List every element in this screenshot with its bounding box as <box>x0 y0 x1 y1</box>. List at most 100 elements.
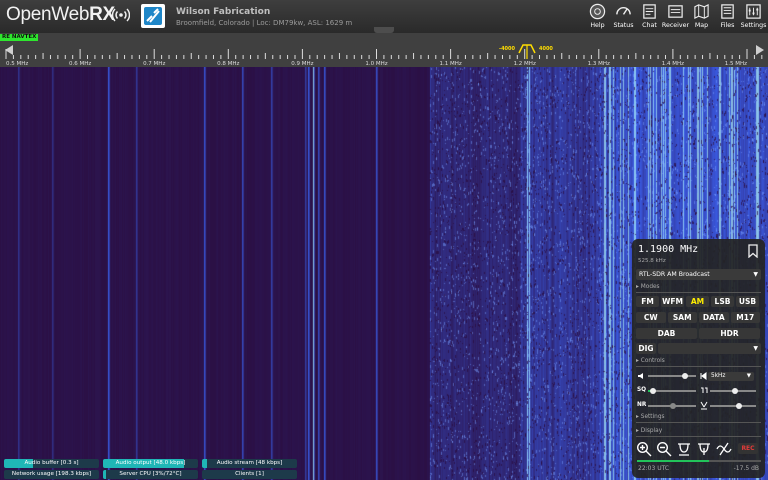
openwebrx-logo[interactable]: OpenWebRX <box>6 4 115 26</box>
map-icon <box>694 3 709 20</box>
top-bar: OpenWebRX Wilson Fabrication Broomfield,… <box>0 0 768 41</box>
bookmark-tag[interactable]: RE NAVTEX <box>0 34 39 41</box>
controls-section-header[interactable]: ▸ Controls <box>636 357 761 367</box>
receiver-icon <box>668 5 683 18</box>
mode-hdr-button[interactable]: HDR <box>699 328 760 339</box>
tuning-step-select[interactable]: 5kHz ▼ <box>708 372 754 381</box>
nav-label: Chat <box>642 22 657 29</box>
mode-m17-button[interactable]: M17 <box>730 312 760 323</box>
nav-status-button[interactable]: Status <box>611 3 636 29</box>
help-icon <box>589 3 606 20</box>
squelch-auto-icon[interactable] <box>700 387 708 394</box>
status-bar-label: Audio output [48.0 kbps] <box>115 460 186 466</box>
squelch-slider-handle[interactable] <box>649 388 656 394</box>
mode-lsb-button[interactable]: LSB <box>711 296 734 307</box>
mode-wfm-button[interactable]: WFM <box>661 296 684 307</box>
passband-edge-label: -4000 <box>499 46 516 52</box>
mode-dab-button[interactable]: DAB <box>636 328 697 339</box>
smeter-fill <box>637 460 709 462</box>
nav-files-button[interactable]: Files <box>715 3 740 29</box>
filter-slider[interactable] <box>710 405 756 407</box>
radio-waves-icon <box>112 8 130 22</box>
status-bar-label: Network usage [198.3 kbps] <box>11 471 92 477</box>
zoom-out-icon[interactable] <box>656 441 672 457</box>
zoom-to-signal-icon[interactable] <box>696 441 712 457</box>
record-button[interactable]: REC <box>738 443 758 454</box>
status-bar: Audio buffer [0.3 s] <box>4 459 99 468</box>
profile-select[interactable]: RTL-SDR AM Broadcast ▼ <box>636 269 761 280</box>
receiver-panel: 1.1900 MHz 525.8 kHz RTL-SDR AM Broadcas… <box>632 239 765 478</box>
frequency-display[interactable]: 1.1900 MHz <box>638 244 698 255</box>
nav-label: Map <box>694 22 709 29</box>
mode-dig-button[interactable]: DIG <box>636 343 656 354</box>
nav-settings-button[interactable]: Settings <box>741 3 766 29</box>
frequency-scale-ticks: 0.5 MHz 0.6 MHz 0.7 MHz 0.8 MHz 0.9 MHz 1.0 M… <box>5 44 763 67</box>
passband-edge-label: 4000 <box>539 46 553 52</box>
volume-slider[interactable] <box>648 375 696 377</box>
auto-adjust-waterfall-icon[interactable] <box>716 441 732 457</box>
receiver-description: Broomfield, Colorado | Loc: DM79kw, ASL:… <box>176 19 353 27</box>
tuning-step-value: 5kHz <box>711 373 726 379</box>
display-section-label: Display <box>640 428 663 434</box>
nav-chat-button[interactable]: Chat <box>637 3 662 29</box>
digital-mode-select[interactable]: ▼ <box>658 343 761 354</box>
volume-icon[interactable] <box>637 372 646 380</box>
mode-am-button[interactable]: AM <box>686 296 709 307</box>
top-nav: Help Status Chat Receiver Map Files Settings <box>584 3 766 29</box>
volume-slider-handle[interactable] <box>682 373 689 379</box>
nav-label: Settings <box>740 22 767 29</box>
nav-label: Files <box>720 22 735 29</box>
modes-section-header[interactable]: ▸ Modes <box>636 283 761 293</box>
status-bar: Network usage [198.3 kbps] <box>4 470 99 479</box>
chat-icon <box>643 4 656 19</box>
skip-icon[interactable] <box>700 372 707 380</box>
nav-receiver-button[interactable]: Receiver <box>662 3 689 29</box>
filter-slider-handle[interactable] <box>736 403 742 409</box>
receiver-logo-icon <box>144 7 162 25</box>
mode-data-button[interactable]: DATA <box>699 312 729 323</box>
nav-label: Help <box>590 22 605 29</box>
nr-threshold-handle[interactable] <box>732 388 738 394</box>
mode-sam-button[interactable]: SAM <box>667 312 697 323</box>
scroll-left-icon[interactable] <box>3 44 15 56</box>
nav-help-button[interactable]: Help <box>585 3 610 29</box>
modes-section-label: Modes <box>640 284 660 290</box>
settings-icon <box>746 4 761 19</box>
status-bar: Clients [1] <box>202 470 297 479</box>
status-bar-label: Audio stream [48 kbps] <box>216 460 283 466</box>
nav-label: Status <box>613 22 634 29</box>
utc-clock: 22:03 UTC <box>638 465 670 472</box>
chevron-down-icon: ▼ <box>746 373 751 379</box>
bookmark-icon[interactable] <box>747 244 759 258</box>
mode-fm-button[interactable]: FM <box>636 296 659 307</box>
status-bar-fill <box>202 459 207 468</box>
smeter-track <box>708 460 761 462</box>
signal-level: -17.5 dB <box>733 465 759 472</box>
zoom-in-icon[interactable] <box>636 441 652 457</box>
status-bar: Server CPU [3%/72°C] <box>103 470 198 479</box>
settings-section-header[interactable]: ▸ Settings <box>636 413 761 423</box>
files-icon <box>721 4 734 19</box>
controls-section-label: Controls <box>640 358 665 364</box>
status-bar-label: Server CPU [3%/72°C] <box>119 471 182 477</box>
scroll-right-icon[interactable] <box>754 44 766 56</box>
nr-label: NR <box>637 402 647 408</box>
chevron-down-icon: ▼ <box>753 271 758 278</box>
status-bar: Audio output [48.0 kbps] <box>103 459 198 468</box>
mode-cw-button[interactable]: CW <box>636 312 666 323</box>
status-bar-fill <box>103 470 106 479</box>
nav-map-button[interactable]: Map <box>689 3 714 29</box>
receiver-avatar <box>141 4 165 28</box>
display-section-header[interactable]: ▸ Display <box>636 427 761 437</box>
status-bar-label: Audio buffer [0.3 s] <box>24 460 79 466</box>
status-bar: Audio stream [48 kbps] <box>202 459 297 468</box>
zoom-to-band-icon[interactable] <box>676 441 692 457</box>
chevron-down-icon: ▼ <box>753 345 758 352</box>
logo-text: OpenWeb <box>6 4 90 25</box>
filter-icon[interactable] <box>700 401 708 410</box>
squelch-label: SQ <box>637 387 647 393</box>
status-icon <box>616 7 631 15</box>
nr-slider-handle[interactable] <box>670 403 676 409</box>
wavelength-display: 525.8 kHz <box>638 258 666 264</box>
mode-usb-button[interactable]: USB <box>736 296 759 307</box>
